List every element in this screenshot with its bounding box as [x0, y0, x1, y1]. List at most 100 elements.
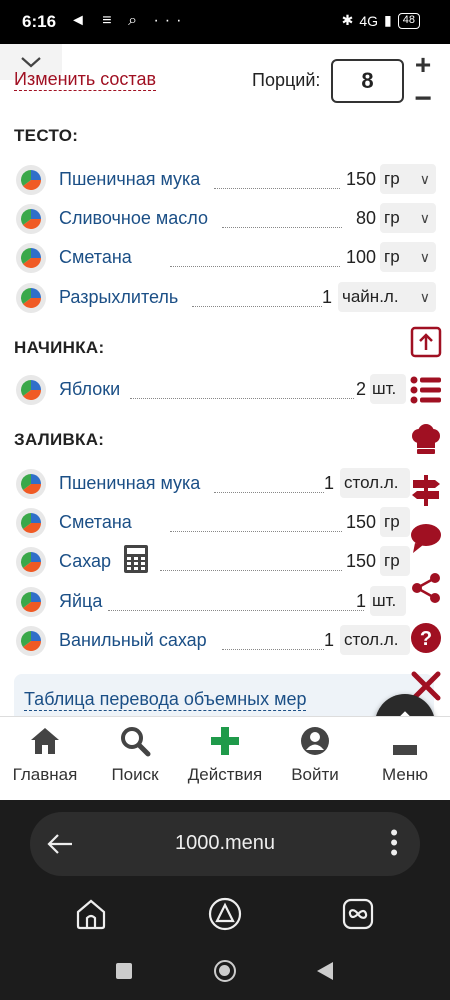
comment-icon[interactable] — [408, 520, 444, 556]
ingredient-name[interactable]: Яблоки — [59, 379, 120, 400]
unit-select[interactable]: чайн.л. ∨ — [338, 282, 436, 312]
browser-home-icon[interactable] — [73, 896, 109, 932]
conversion-table-box: Таблица перевода объемных мер — [14, 674, 434, 716]
recent-apps-icon[interactable] — [116, 963, 132, 979]
tabs-icon[interactable] — [340, 896, 376, 932]
portions-input[interactable]: 8 — [331, 59, 404, 103]
ingredient-row: Пшеничная мука 1 стол.л. — [0, 466, 450, 502]
chevron-down-icon: ∨ — [419, 249, 430, 265]
nutrition-pie-icon[interactable] — [16, 204, 46, 234]
nav-home[interactable]: Главная — [0, 723, 90, 785]
back-nav-icon[interactable] — [316, 961, 334, 981]
alice-assistant-icon[interactable] — [207, 896, 243, 932]
ingredient-qty: 150 — [345, 169, 376, 189]
ingredient-qty: 150 — [345, 512, 376, 532]
status-system-icons: ✱ 4G ▮ 48 — [342, 12, 420, 29]
ingredient-row: Сливочное масло 80 гр ∨ — [0, 201, 450, 237]
unit-select[interactable]: гр — [380, 507, 410, 537]
ingredient-name[interactable]: Яйца — [59, 591, 102, 612]
section-title-dough: ТЕСТО: — [14, 126, 79, 145]
ingredient-name[interactable]: Сахар — [59, 551, 111, 572]
plus-icon — [211, 727, 239, 755]
menu-icon — [393, 745, 417, 755]
ingredient-qty: 80 — [355, 208, 376, 228]
ingredient-row: Пшеничная мука 150 гр ∨ — [0, 162, 450, 198]
chef-hat-icon[interactable] — [408, 422, 444, 458]
battery-icon: 48 — [397, 12, 420, 29]
ingredient-qty: 1 — [321, 287, 332, 307]
browser-actions — [0, 890, 450, 948]
list-icon[interactable] — [408, 372, 444, 408]
user-icon — [301, 727, 329, 755]
home-icon — [31, 728, 59, 754]
nutrition-pie-icon[interactable] — [16, 243, 46, 273]
ingredient-qty: 100 — [345, 247, 376, 267]
change-ingredients-link[interactable]: Изменить состав — [14, 68, 157, 91]
nutrition-pie-icon[interactable] — [16, 547, 46, 577]
nutrition-pie-icon[interactable] — [16, 283, 46, 313]
ingredient-row: Разрыхлитель 1 чайн.л. ∨ — [0, 280, 450, 316]
ingredient-row: Яйца 1 шт. — [0, 584, 450, 620]
url-text[interactable]: 1000.menu — [30, 832, 420, 855]
share-icon[interactable] — [408, 570, 444, 606]
unit-select[interactable]: стол.л. — [340, 625, 410, 655]
nutrition-pie-icon[interactable] — [16, 469, 46, 499]
signpost-icon[interactable] — [408, 472, 444, 508]
ingredient-qty: 1 — [323, 630, 334, 650]
nutrition-pie-icon[interactable] — [16, 375, 46, 405]
more-vertical-icon[interactable]: • • • — [390, 822, 398, 864]
section-title-topping: ЗАЛИВКА: — [14, 430, 105, 449]
status-bar: 6:16 ◄ ≡ ⌕ ··· ✱ 4G ▮ 48 — [0, 0, 450, 44]
ingredient-name[interactable]: Пшеничная мука — [59, 169, 200, 190]
unit-select[interactable]: гр ∨ — [380, 242, 436, 272]
ingredient-qty: 1 — [355, 591, 366, 611]
nutrition-pie-icon[interactable] — [16, 165, 46, 195]
ingredient-name[interactable]: Ванильный сахар — [59, 630, 207, 651]
ingredient-row: Сметана 150 гр — [0, 505, 450, 541]
section-title-filling: НАЧИНКА: — [14, 338, 105, 357]
system-nav-bar — [0, 948, 450, 1000]
nutrition-pie-icon[interactable] — [16, 587, 46, 617]
browser-toolbar: 1000.menu • • • — [0, 800, 450, 890]
unit-select[interactable]: стол.л. — [340, 468, 410, 498]
svg-text:?: ? — [420, 628, 432, 650]
arrow-up-icon — [400, 711, 410, 716]
signal-icon: ▮ — [384, 12, 392, 28]
calculator-icon[interactable] — [122, 544, 150, 574]
ingredient-row: Сахар 150 гр — [0, 544, 450, 580]
chevron-down-icon: ∨ — [419, 171, 430, 187]
ingredient-name[interactable]: Пшеничная мука — [59, 473, 200, 494]
nav-menu[interactable]: Меню — [360, 723, 450, 785]
ingredient-name[interactable]: Разрыхлитель — [59, 287, 178, 308]
nav-login[interactable]: Войти — [270, 723, 360, 785]
increase-portions-button[interactable]: + — [410, 51, 436, 79]
portions-label: Порций: — [252, 70, 321, 90]
unit-select[interactable]: шт. — [370, 586, 406, 616]
ingredient-qty: 2 — [355, 379, 366, 399]
home-nav-icon[interactable] — [214, 960, 236, 982]
unit-select[interactable]: гр ∨ — [380, 164, 436, 194]
ingredient-row: Ванильный сахар 1 стол.л. — [0, 623, 450, 659]
chevron-down-icon: ∨ — [419, 210, 430, 226]
ingredient-qty: 1 — [323, 473, 334, 493]
nutrition-pie-icon[interactable] — [16, 626, 46, 656]
ingredient-name[interactable]: Сметана — [59, 512, 132, 533]
nav-actions[interactable]: Действия — [180, 723, 270, 785]
scroll-to-top-icon[interactable] — [408, 324, 444, 360]
ingredient-row: Яблоки 2 шт. — [0, 372, 450, 408]
nutrition-pie-icon[interactable] — [16, 508, 46, 538]
ingredient-name[interactable]: Сливочное масло — [59, 208, 208, 229]
decrease-portions-button[interactable]: − — [410, 84, 436, 114]
address-bar[interactable]: 1000.menu • • • — [30, 812, 420, 876]
unit-select[interactable]: шт. — [370, 374, 406, 404]
unit-select[interactable]: гр ∨ — [380, 203, 436, 233]
nav-search[interactable]: Поиск — [90, 723, 180, 785]
ingredient-name[interactable]: Сметана — [59, 247, 132, 268]
bottom-nav: Главная Поиск Действия Войти Меню — [0, 716, 450, 800]
recipe-page: Изменить состав Порций: 8 + − ТЕСТО: Пше… — [0, 44, 450, 716]
help-icon[interactable]: ? — [408, 620, 444, 656]
ingredient-qty: 150 — [345, 551, 376, 571]
conversion-table-link[interactable]: Таблица перевода объемных мер — [24, 688, 307, 711]
unit-select[interactable]: гр — [380, 546, 410, 576]
search-icon — [121, 727, 151, 757]
